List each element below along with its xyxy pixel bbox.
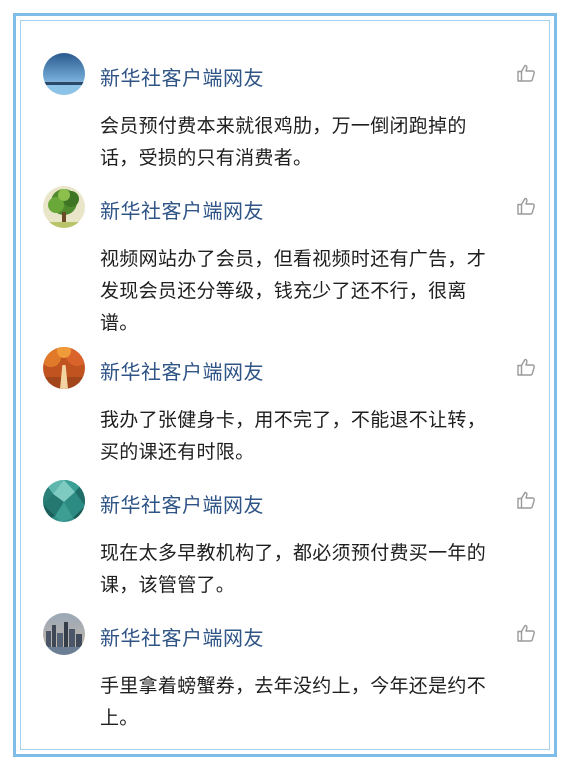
username[interactable]: 新华社客户端网友 bbox=[100, 62, 264, 91]
comment-panel: 新华社客户端网友 会员预付费本来就很鸡肋，万一倒闭跑掉的话，受损的只有消费者。 … bbox=[13, 13, 557, 757]
thumbs-up-icon[interactable] bbox=[515, 62, 537, 84]
autumn-road-avatar[interactable] bbox=[43, 347, 85, 389]
thumbs-up-icon[interactable] bbox=[515, 622, 537, 644]
username[interactable]: 新华社客户端网友 bbox=[100, 622, 264, 651]
thumbs-up-icon[interactable] bbox=[515, 489, 537, 511]
lake-scenery-avatar[interactable] bbox=[43, 53, 85, 95]
comment-text: 现在太多早教机构了，都必须预付费买一年的课，该管管了。 bbox=[100, 542, 487, 596]
comment-text: 视频网站办了会员，但看视频时还有广告，才发现会员还分等级，钱充少了还不行，很离谱… bbox=[100, 248, 487, 334]
teal-polygon-avatar[interactable] bbox=[43, 480, 85, 522]
comment-text: 手里拿着螃蟹券，去年没约上，今年还是约不上。 bbox=[100, 675, 487, 729]
comment-text: 我办了张健身卡，用不完了，不能退不让转，买的课还有时限。 bbox=[100, 409, 487, 463]
username[interactable]: 新华社客户端网友 bbox=[100, 195, 264, 224]
thumbs-up-icon[interactable] bbox=[515, 356, 537, 378]
thumbs-up-icon[interactable] bbox=[515, 195, 537, 217]
username[interactable]: 新华社客户端网友 bbox=[100, 356, 264, 385]
comment-text: 会员预付费本来就很鸡肋，万一倒闭跑掉的话，受损的只有消费者。 bbox=[100, 115, 467, 169]
city-skyline-avatar[interactable] bbox=[43, 613, 85, 655]
username[interactable]: 新华社客户端网友 bbox=[100, 489, 264, 518]
green-tree-avatar[interactable] bbox=[43, 186, 85, 228]
